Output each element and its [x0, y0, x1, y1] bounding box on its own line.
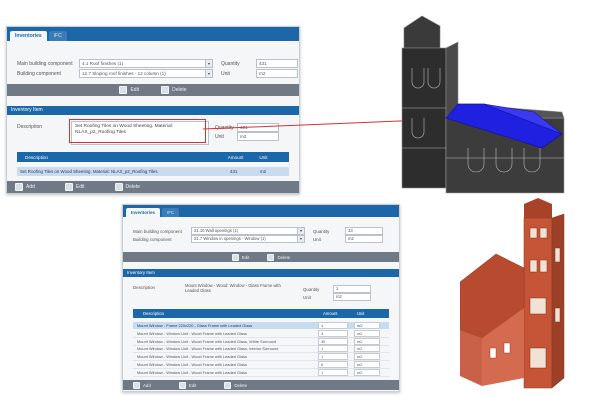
row-description: Mount Window - Frame 220x220 - Glass Fra… — [137, 323, 253, 328]
edit-button[interactable]: Edit — [231, 253, 250, 261]
main-component-select[interactable]: 21.10 Wall openings (1) ▾ — [191, 227, 305, 235]
tab-bar: Inventories IFC — [123, 205, 399, 217]
add-label: Add — [143, 382, 151, 388]
edit-icon — [231, 253, 239, 261]
row-unit[interactable]: m2 — [354, 345, 380, 353]
edit-item-button[interactable]: Edit — [178, 381, 197, 389]
row-unit[interactable]: m2 — [354, 322, 380, 329]
table-row[interactable]: Mount Window - Window Unit - Wood Frame … — [133, 361, 389, 369]
unit-label: Unit — [313, 236, 321, 242]
inventory-item-header: Inventory Item — [123, 269, 399, 277]
row-amount[interactable]: 1 — [318, 345, 348, 353]
inv-quantity-input[interactable]: 1 — [333, 285, 371, 293]
church-3d-model-brick — [460, 198, 565, 389]
delete-icon — [224, 381, 232, 389]
main-component-label: Main building component — [133, 228, 182, 234]
church-3d-model-xray — [401, 15, 565, 194]
row-unit[interactable]: m2 — [354, 337, 380, 345]
table-row[interactable]: Mount Window - Window Unit - Wood Frame … — [133, 368, 389, 377]
main-component-row: Main building component 21.10 Wall openi… — [133, 227, 383, 235]
description-label: Description — [133, 285, 155, 290]
chevron-down-icon: ▾ — [297, 236, 304, 242]
inv-unit-label: Unit — [303, 294, 311, 300]
main-component-value: 21.10 Wall openings (1) — [194, 228, 239, 233]
column-amount: Amount — [323, 311, 338, 316]
inv-unit-row: Unit m2 — [303, 293, 371, 301]
row-amount[interactable]: 3 — [318, 329, 348, 337]
edit-icon — [178, 381, 186, 389]
add-icon — [133, 381, 140, 389]
table-row[interactable]: Mount Window - Frame 220x220 - Glass Fra… — [133, 322, 389, 329]
table-row[interactable]: Mount Window - Window Unit - Wood Frame … — [133, 337, 389, 346]
table-row[interactable]: Mount Window - Window Unit - Wood Frame … — [133, 329, 389, 338]
row-description: Mount Window - Window Unit - Wood Frame … — [137, 354, 247, 360]
quantity-label: Quantity — [313, 228, 330, 234]
column-description: Description — [143, 311, 164, 316]
table-row[interactable]: Mount Window - Window Unit - Wood Frame … — [133, 345, 389, 354]
row-unit[interactable]: m2 — [354, 329, 380, 337]
description-label-row: Description — [133, 285, 155, 290]
inv-quantity-label: Quantity — [303, 286, 320, 292]
row-unit[interactable]: m2 — [354, 361, 380, 368]
edit-label: Edit — [241, 254, 250, 260]
building-component-label: Building component — [133, 236, 172, 242]
row-amount[interactable]: 1 — [318, 322, 348, 329]
edit-item-label: Edit — [188, 382, 197, 388]
delete-icon — [267, 253, 275, 261]
row-description: Mount Window - Window Unit - Wood Frame … — [137, 362, 247, 367]
unit-input[interactable]: m2 — [345, 235, 383, 243]
items-toolbar: Add Edit Delete — [123, 380, 399, 390]
row-amount[interactable]: 35 — [318, 337, 348, 345]
building-component-select[interactable]: 21.7 Window in openings - Window (1) ▾ — [191, 235, 305, 243]
table-row[interactable]: Mount Window - Window Unit - Wood Frame … — [133, 353, 389, 362]
inv-quantity-row: Quantity 1 — [303, 285, 371, 293]
chevron-down-icon: ▾ — [297, 228, 304, 234]
delete-item-label: Delete — [234, 382, 248, 388]
items-table-header: Description Amount Unit — [133, 309, 389, 318]
row-description: Mount Window - Window Unit - Wood Frame … — [137, 369, 247, 375]
component-toolbar: Edit Delete — [123, 252, 399, 262]
delete-label: Delete — [277, 254, 291, 260]
description-text[interactable]: Mount Window - Wood: Window - Glass Fram… — [185, 283, 295, 295]
row-amount[interactable]: 6 — [318, 361, 348, 368]
row-description: Mount Window - Window Unit - Wood Frame … — [137, 330, 247, 336]
tab-inventories[interactable]: Inventories — [126, 208, 161, 217]
delete-item-button[interactable]: Delete — [224, 381, 248, 389]
row-description: Mount Window - Window Unit - Wood Frame … — [137, 338, 277, 344]
inventory-window-2: Inventories IFC Main building component … — [122, 204, 400, 392]
add-button[interactable]: Add — [133, 381, 151, 389]
inv-unit-input[interactable]: m2 — [333, 293, 371, 301]
building-component-value: 21.7 Window in openings - Window (1) — [194, 236, 266, 241]
row-amount[interactable]: 1 — [318, 353, 348, 361]
delete-button[interactable]: Delete — [267, 253, 291, 261]
row-unit[interactable]: m2 — [354, 368, 380, 376]
column-unit: Unit — [357, 311, 365, 316]
row-description: Mount Window - Window Unit - Wood Frame … — [137, 346, 279, 352]
quantity-input[interactable]: 33 — [345, 227, 383, 235]
tab-ifc[interactable]: IFC — [162, 208, 180, 217]
row-unit[interactable]: m2 — [354, 353, 380, 361]
building-component-row: Building component 21.7 Window in openin… — [133, 235, 383, 243]
row-amount[interactable]: 1 — [318, 368, 348, 376]
